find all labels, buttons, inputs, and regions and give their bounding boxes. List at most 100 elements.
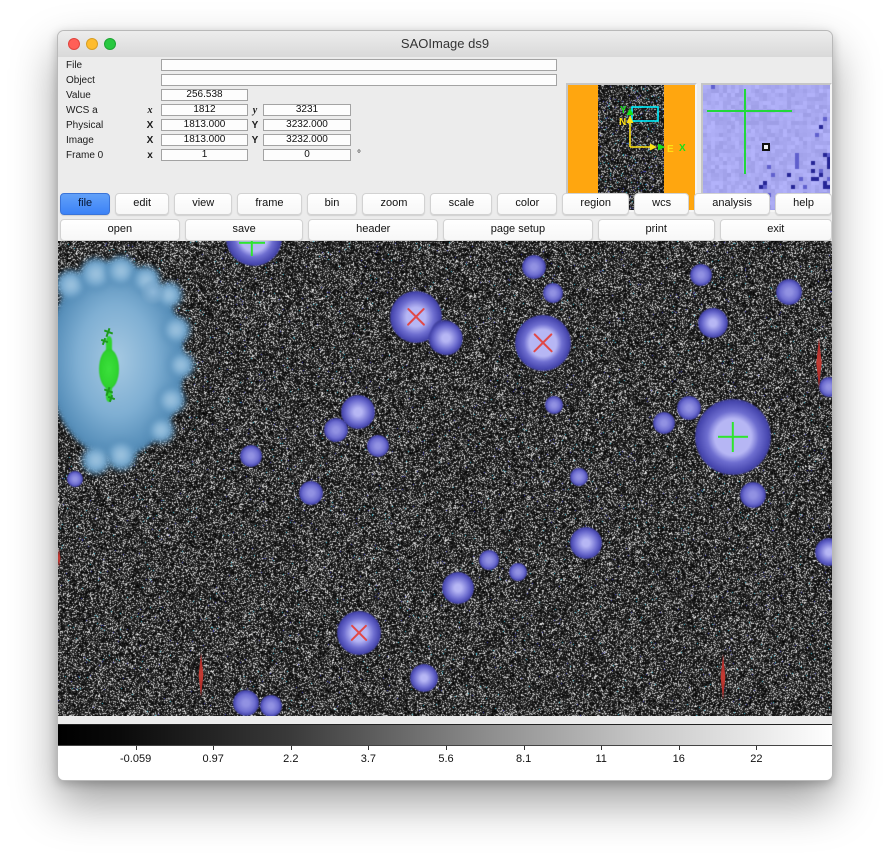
menu-button-help[interactable]: help — [775, 193, 832, 215]
menu-button-scale[interactable]: scale — [430, 193, 492, 215]
wcs-y-field[interactable]: 3231 — [263, 104, 351, 116]
colorbar-section: -0.0590.972.23.75.68.1111622 — [58, 716, 833, 781]
colorbar-tick — [679, 746, 680, 750]
galaxy-lobe — [157, 386, 185, 414]
red-x-marker[interactable] — [348, 622, 370, 644]
star-blob — [240, 445, 262, 467]
galaxy-lobe — [148, 417, 174, 443]
image-y-field[interactable]: 3232.000 — [263, 134, 351, 146]
magnifier-cursor-square — [762, 143, 770, 151]
colorbar-tick-label: 22 — [750, 753, 762, 765]
star-blob — [740, 482, 766, 508]
star-blob — [545, 396, 563, 414]
compass-n-label: N — [619, 117, 626, 128]
colorbar-tick-label: 5.6 — [438, 753, 453, 765]
magnifier-crosshair-h — [707, 110, 792, 112]
galaxy-wisp — [141, 280, 165, 304]
wcs-y-key: y — [249, 105, 261, 116]
menu-button-open[interactable]: open — [60, 219, 180, 241]
info-row-frame: Frame 0 x 1 0 ° — [58, 149, 563, 162]
colorbar-tick-label: 11 — [595, 753, 606, 765]
menu-button-zoom[interactable]: zoom — [362, 193, 425, 215]
file-field[interactable] — [161, 59, 557, 71]
colorbar-tick — [601, 746, 602, 750]
magnifier-crosshair-v — [744, 89, 746, 174]
galaxy-lobe — [168, 352, 194, 378]
galaxy-lobe — [82, 446, 110, 474]
value-field[interactable]: 256.538 — [161, 89, 248, 101]
green-crosshair-marker[interactable] — [239, 241, 265, 256]
frame-zoom-field[interactable]: 1 — [161, 149, 248, 161]
colorbar[interactable] — [58, 724, 833, 746]
desktop: { "window": { "title": "SAOImage ds9" },… — [0, 0, 889, 862]
wcs-x-field[interactable]: 1812 — [161, 104, 248, 116]
star-blob — [410, 664, 438, 692]
panner-viewport-rect[interactable] — [632, 107, 658, 121]
menu-button-exit[interactable]: exit — [720, 219, 832, 241]
physical-label: Physical — [66, 120, 103, 131]
compass-x-label: X — [679, 143, 686, 154]
frame-rotate-field[interactable]: 0 — [263, 149, 351, 161]
menu-button-save[interactable]: save — [185, 219, 304, 241]
info-row-value: Value 256.538 — [58, 89, 563, 102]
colorbar-tick — [213, 746, 214, 750]
menu-button-frame[interactable]: frame — [237, 193, 301, 215]
app-window: SAOImage ds9 File Object Value 256.538 W… — [57, 30, 833, 781]
star-blob — [233, 690, 259, 716]
physical-x-field[interactable]: 1813.000 — [161, 119, 248, 131]
main-image — [58, 241, 833, 716]
galaxy-core-bulge — [99, 349, 119, 389]
menu-button-region[interactable]: region — [562, 193, 629, 215]
star-blob — [479, 550, 499, 570]
red-x-marker[interactable] — [530, 330, 556, 356]
star-blob — [67, 471, 83, 487]
object-field[interactable] — [161, 74, 557, 86]
menu-button-file[interactable]: file — [60, 193, 110, 215]
star-blob — [690, 264, 712, 286]
physical-x-key: X — [144, 120, 156, 131]
galaxy-core-star-marker — [108, 395, 115, 402]
star-blob — [367, 435, 389, 457]
info-row-file: File — [58, 59, 563, 72]
physical-y-field[interactable]: 3232.000 — [263, 119, 351, 131]
colorbar-tick-label: 2.2 — [283, 753, 298, 765]
star-blob — [442, 572, 474, 604]
colorbar-labels: -0.0590.972.23.75.68.1111622 — [58, 751, 833, 767]
star-blob — [677, 396, 701, 420]
compass-e-label: E — [667, 144, 674, 155]
compass-y-label: Y — [620, 105, 627, 116]
menu-button-bin[interactable]: bin — [307, 193, 358, 215]
colorbar-tick — [524, 746, 525, 750]
file-label: File — [66, 60, 82, 71]
colorbar-tick — [291, 746, 292, 750]
menu-button-edit[interactable]: edit — [115, 193, 169, 215]
menu-button-wcs[interactable]: wcs — [634, 193, 689, 215]
colorbar-tick-label: 8.1 — [516, 753, 531, 765]
star-blob — [509, 563, 527, 581]
star-blob — [543, 283, 563, 303]
green-crosshair-marker[interactable] — [718, 422, 748, 452]
window-title: SAOImage ds9 — [58, 36, 832, 51]
menu-button-view[interactable]: view — [174, 193, 232, 215]
info-row-image: Image X 1813.000 Y 3232.000 — [58, 134, 563, 147]
info-panel: File Object Value 256.538 WCS a x 1812 y… — [58, 57, 832, 191]
menu-button-page-setup[interactable]: page setup — [443, 219, 593, 241]
titlebar: SAOImage ds9 — [58, 31, 832, 58]
colorbar-tick — [756, 746, 757, 750]
frame-label: Frame 0 — [66, 150, 103, 161]
galaxy-lobe — [106, 440, 136, 470]
image-label: Image — [66, 135, 94, 146]
image-x-field[interactable]: 1813.000 — [161, 134, 248, 146]
image-y-key: Y — [249, 135, 261, 146]
red-x-marker[interactable] — [404, 305, 428, 329]
galaxy-core-star-marker — [104, 328, 113, 337]
menu-button-color[interactable]: color — [497, 193, 557, 215]
info-row-physical: Physical X 1813.000 Y 3232.000 — [58, 119, 563, 132]
menu-button-print[interactable]: print — [598, 219, 715, 241]
wcs-x-key: x — [144, 105, 156, 116]
star-blob — [324, 418, 348, 442]
degree-symbol: ° — [357, 149, 361, 160]
menu-button-analysis[interactable]: analysis — [694, 193, 770, 215]
image-x-key: X — [144, 135, 156, 146]
menu-button-header[interactable]: header — [308, 219, 438, 241]
